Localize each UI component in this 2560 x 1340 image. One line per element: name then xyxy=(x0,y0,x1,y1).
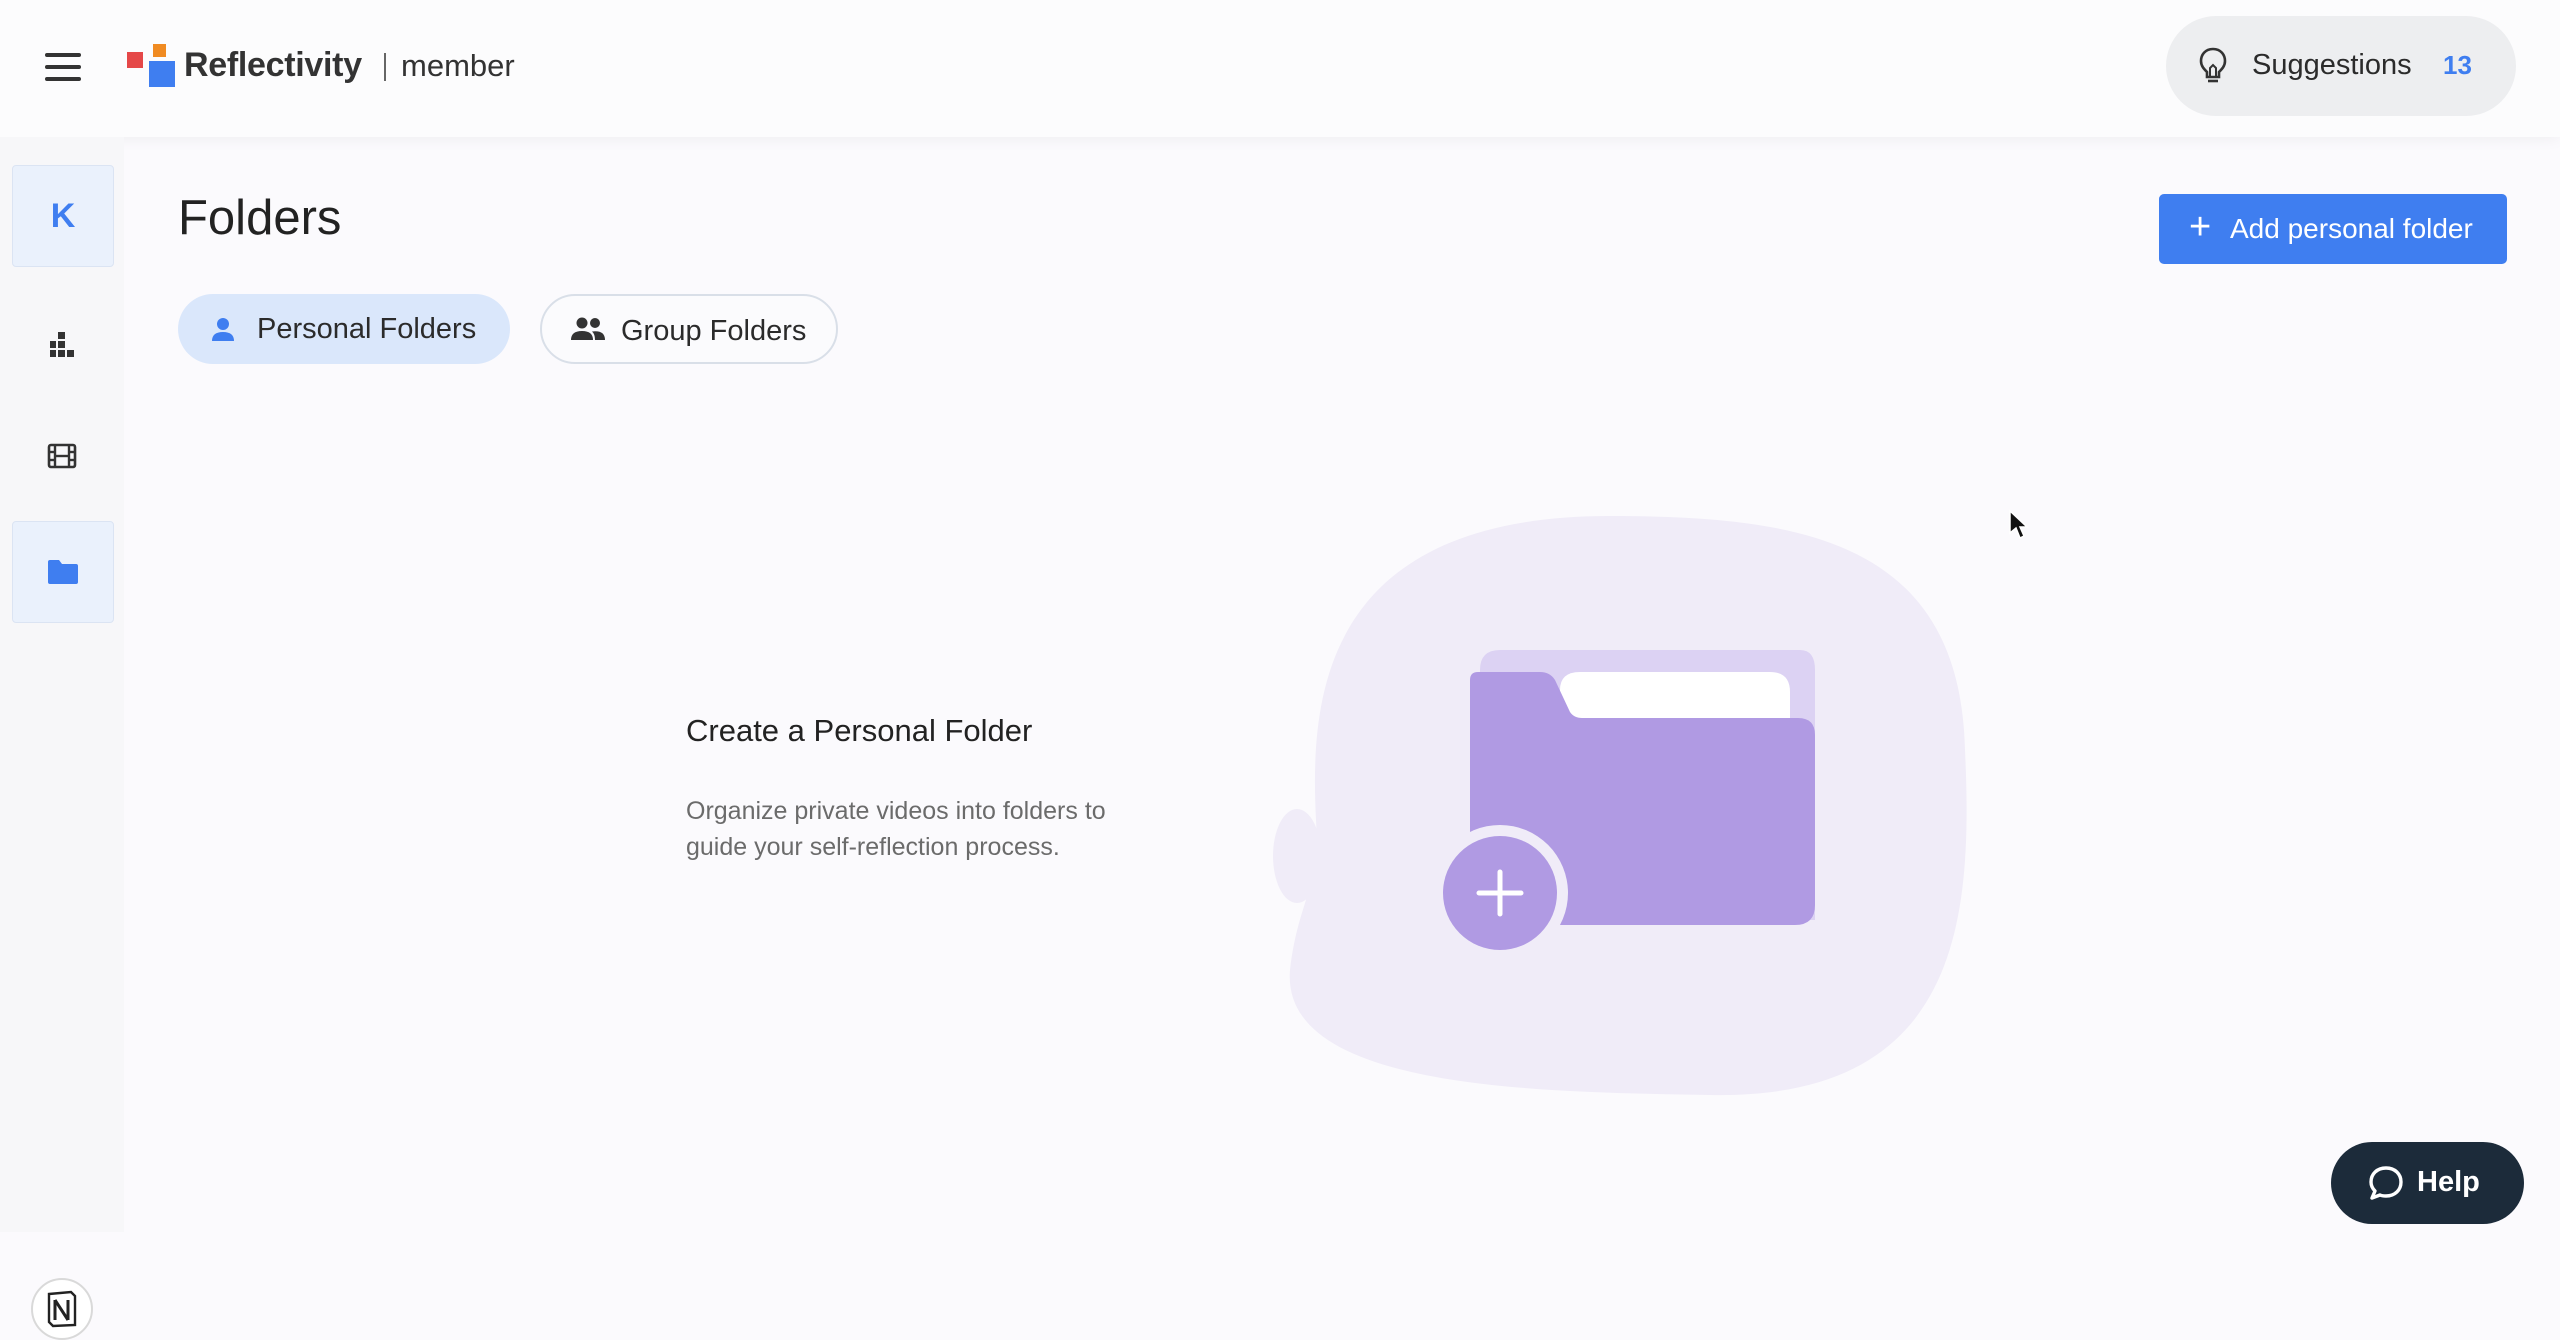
brand-role: member xyxy=(401,48,515,83)
brand-name: Reflectivity xyxy=(184,46,362,84)
sidebar-avatar[interactable]: K xyxy=(12,165,114,267)
empty-state-title: Create a Personal Folder xyxy=(686,713,1033,748)
empty-state-description: Organize private videos into folders to … xyxy=(686,797,1106,861)
sidebar-item-videos[interactable] xyxy=(12,406,112,506)
people-icon xyxy=(571,317,605,340)
add-personal-folder-button[interactable]: + Add personal folder xyxy=(2159,194,2507,264)
tab-group-folders[interactable]: Group Folders xyxy=(540,294,838,364)
tab-personal-folders[interactable]: Personal Folders xyxy=(178,294,510,364)
page-title: Folders xyxy=(178,191,342,245)
lightbulb-icon xyxy=(2199,47,2227,83)
person-icon xyxy=(212,318,234,341)
top-bar: Reflectivity member Suggestions 13 xyxy=(0,0,2560,137)
help-button[interactable]: Help xyxy=(2331,1142,2524,1224)
hamburger-menu-icon[interactable] xyxy=(45,53,81,81)
tab-group-folders-label: Group Folders xyxy=(621,315,807,347)
avatar-initial: K xyxy=(50,196,76,235)
sidebar-item-folders[interactable] xyxy=(12,521,114,623)
brand-divider xyxy=(384,53,386,81)
add-personal-folder-label: Add personal folder xyxy=(2230,213,2473,244)
suggestions-button[interactable]: Suggestions 13 xyxy=(2166,16,2516,116)
dashboard-chart-icon xyxy=(50,332,74,357)
folder-icon xyxy=(48,560,78,584)
plus-icon: + xyxy=(2189,206,2212,248)
chat-bubble-icon xyxy=(2369,1166,2403,1200)
suggestions-count-badge: 13 xyxy=(2443,50,2472,80)
folder-illustration xyxy=(1273,516,1967,1096)
suggestions-label: Suggestions xyxy=(2252,49,2412,81)
tab-personal-folders-label: Personal Folders xyxy=(257,313,477,345)
help-label: Help xyxy=(2417,1166,2480,1198)
film-icon xyxy=(47,443,77,469)
sidebar-item-dashboard[interactable] xyxy=(12,294,112,394)
mouse-cursor-icon xyxy=(2009,509,2029,540)
reflectivity-logo-icon xyxy=(127,44,177,88)
sidebar: K xyxy=(0,137,124,1340)
notion-logo-icon[interactable] xyxy=(31,1278,93,1340)
illustration-blob-dot xyxy=(1273,809,1321,903)
